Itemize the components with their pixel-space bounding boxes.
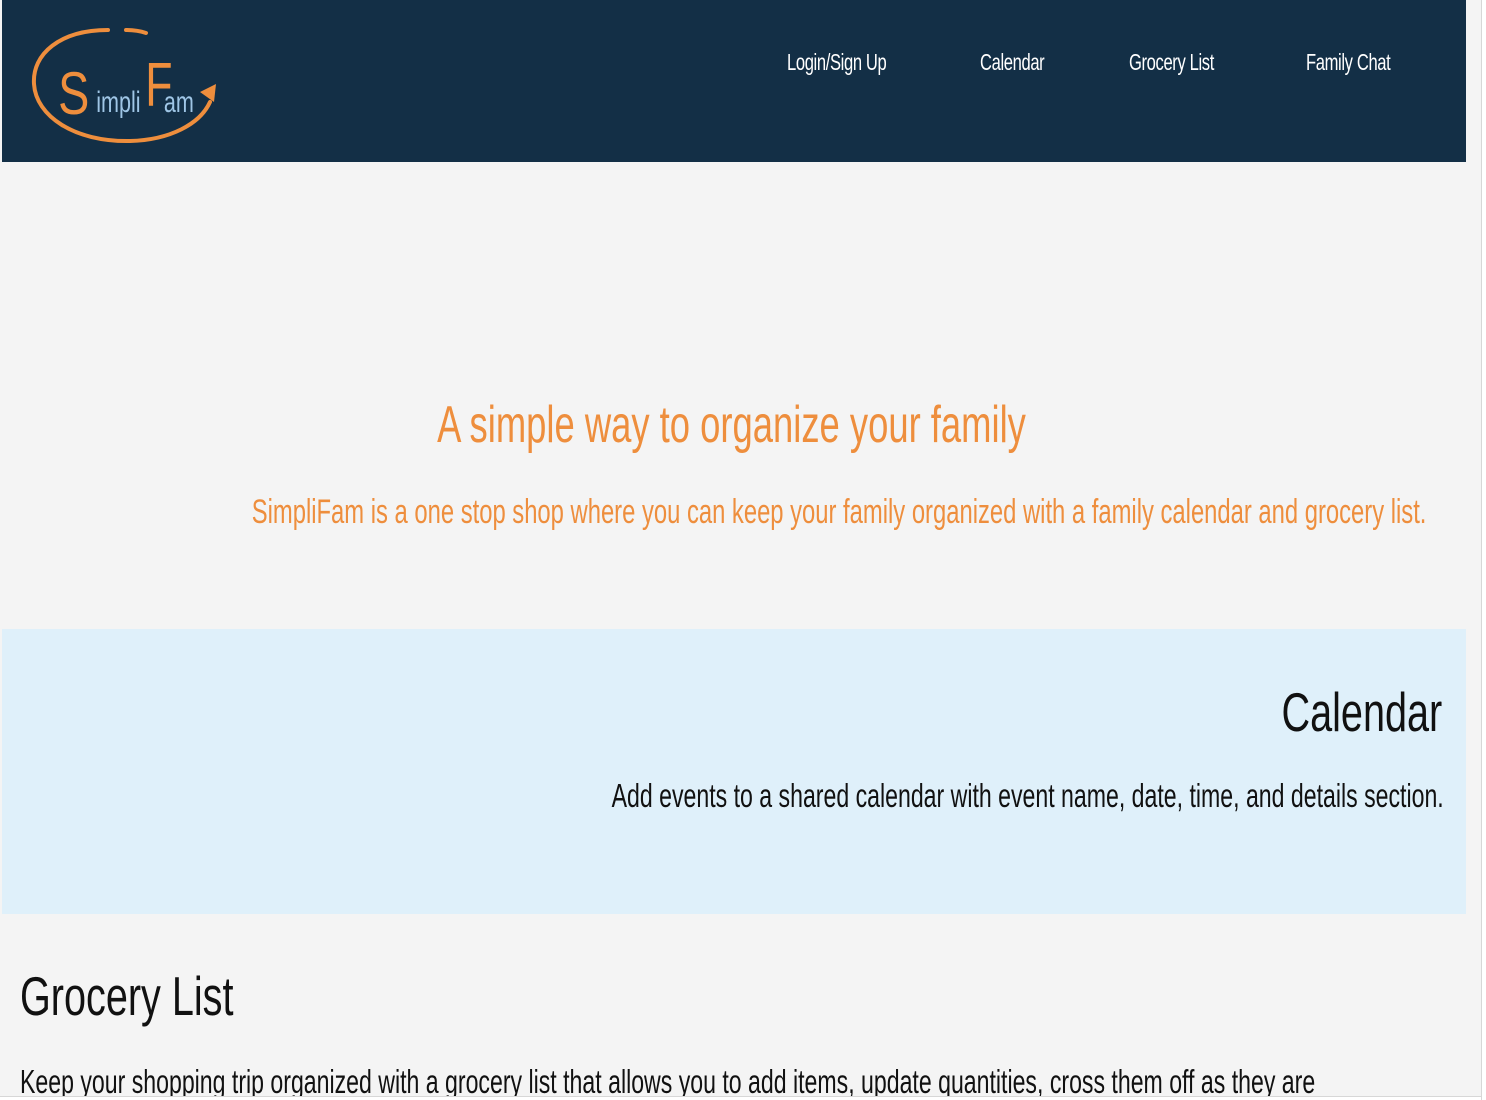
hero-title-text: A simple way to organize your family [437,396,1027,454]
svg-text:S: S [58,60,89,127]
nav-login-signup[interactable]: Login/Sign Up [787,44,887,80]
calendar-heading: Calendar [1281,681,1442,743]
hero-title: A simple way to organize your family [0,393,1464,457]
svg-text:am: am [164,84,194,118]
calendar-section: Calendar Add events to a shared calendar… [2,629,1466,914]
svg-text:impli: impli [96,84,140,118]
grocery-description: Keep your shopping trip organized with a… [20,1063,1316,1100]
nav-family-chat[interactable]: Family Chat [1306,44,1391,80]
page: S impli F am Login/Sign Up Calendar Groc… [0,0,1486,1100]
logo-graphic: S impli F am [31,28,216,144]
hero-subtitle-text: SimpliFam is a one stop shop where you c… [251,493,1427,531]
nav-grocery-list[interactable]: Grocery List [1129,44,1214,80]
calendar-description: Add events to a shared calendar with eve… [611,777,1444,814]
simplifam-logo[interactable]: S impli F am [30,24,220,148]
vertical-scrollbar[interactable] [1481,0,1486,1100]
navbar: S impli F am Login/Sign Up Calendar Groc… [2,0,1466,162]
hero-subtitle: SimpliFam is a one stop shop where you c… [0,490,1464,534]
horizontal-scrollbar[interactable] [0,1096,1481,1100]
nav-calendar[interactable]: Calendar [980,44,1045,80]
grocery-heading: Grocery List [20,965,234,1027]
